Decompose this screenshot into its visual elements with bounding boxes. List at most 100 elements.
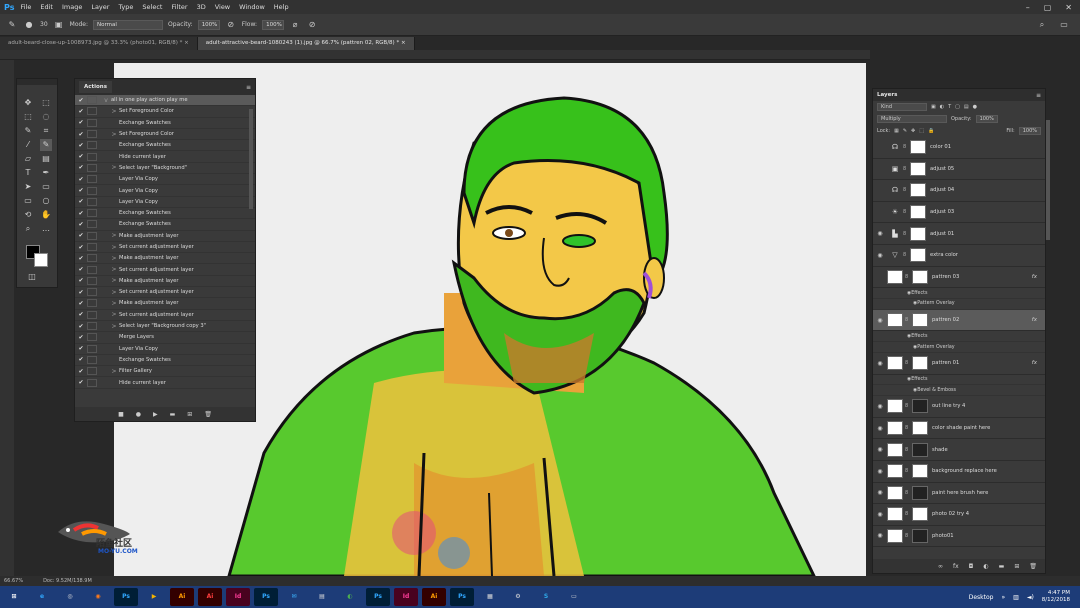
fill-field[interactable]: 100% [1018,127,1041,135]
layer-row[interactable]: ◉ 8 color shade paint here [873,418,1045,440]
layer-thumbnail[interactable] [887,464,903,479]
clock[interactable]: 4:47 PM 8/12/2018 [1042,590,1070,604]
opacity-field[interactable]: 100% [197,19,220,30]
layer-thumbnail[interactable] [887,269,903,284]
visibility-eye-icon[interactable]: ◉ [873,468,887,475]
lock-pixels-icon[interactable]: ▦ [894,128,899,134]
visibility-eye-icon[interactable]: ◉ [873,252,887,259]
taskbar-app-icon[interactable]: Ai [198,588,222,606]
dialog-toggle[interactable] [87,243,97,251]
action-item[interactable]: ✔ > Filter Gallery [75,366,255,378]
taskbar-app-icon[interactable]: ◐ [338,588,362,606]
stop-icon[interactable]: ■ [118,411,124,418]
dialog-toggle[interactable] [87,322,97,331]
layer-effect-row[interactable]: ◉ Bevel & Emboss [873,385,1045,397]
checkmark-icon[interactable]: ✔ [75,176,87,183]
action-item[interactable]: ✔ Exchange Swatches [75,355,255,367]
taskbar-app-icon[interactable]: Ps [450,588,474,606]
opacity-field[interactable]: 100% [975,115,998,123]
dialog-toggle[interactable] [87,220,97,229]
layer-thumbnail[interactable] [887,442,903,457]
actions-tab[interactable]: Actions [79,81,112,93]
taskbar-app-icon[interactable]: ⚙ [506,588,530,606]
blur-tool-icon[interactable]: ▭ [22,195,34,207]
layer-thumbnail[interactable] [887,356,903,371]
layer-row[interactable]: ◉ 8 paint here brush here [873,483,1045,505]
layer-effect-row[interactable]: ◉ Pattern Overlay [873,342,1045,353]
layer-row[interactable]: ◉ 8 photo 02 try 4 [873,504,1045,526]
visibility-eye-icon[interactable]: ◉ [873,532,887,539]
panel-menu-icon[interactable]: ≡ [246,84,251,91]
type-tool-icon[interactable]: T [22,167,34,179]
dialog-toggle[interactable] [87,163,97,172]
layer-name[interactable]: extra color [930,252,958,258]
layer-mask-thumbnail[interactable] [910,161,926,176]
new-adjustment-icon[interactable]: ◐ [983,563,988,570]
taskbar-app-icon[interactable]: ▶ [142,588,166,606]
layer-mask-thumbnail[interactable] [912,464,928,479]
expand-icon[interactable]: > [109,323,119,330]
dialog-toggle[interactable] [87,186,97,195]
taskbar-app-icon[interactable]: ✉ [282,588,306,606]
action-item[interactable]: ✔ > Select layer "Background" [75,163,255,175]
visibility-eye-icon[interactable]: ◉ [873,403,887,410]
dialog-toggle[interactable] [87,231,97,240]
dialog-toggle[interactable] [87,344,97,353]
checkmark-icon[interactable]: ✔ [75,311,87,318]
eraser-tool-icon[interactable]: ▱ [22,153,34,165]
action-item[interactable]: ✔ Layer Via Copy [75,344,255,355]
dialog-toggle[interactable] [87,209,97,218]
layer-name[interactable]: background replace here [932,468,997,474]
dialog-toggle[interactable] [87,367,97,376]
zoom-tool-icon[interactable]: ⌕ [22,223,34,235]
menu-layer[interactable]: Layer [91,3,109,11]
layer-name[interactable]: pattren 01 [932,360,959,366]
layer-mask-thumbnail[interactable] [912,421,928,436]
brush-tool-icon[interactable]: ✎ [40,139,52,151]
taskbar-app-icon[interactable]: ▭ [562,588,586,606]
new-set-icon[interactable]: ▬ [170,411,176,418]
checkmark-icon[interactable]: ✔ [75,356,87,363]
fx-badge-icon[interactable]: fx [1032,274,1037,280]
layer-mask-thumbnail[interactable] [910,140,926,155]
action-item[interactable]: ✔ > Set current adjustment layer [75,310,255,321]
more-tools-icon[interactable]: … [40,223,52,235]
desktop-label[interactable]: Desktop [969,594,994,601]
dialog-toggle[interactable] [87,310,97,319]
layer-thumbnail[interactable] [887,399,903,414]
layer-name[interactable]: adjust 01 [930,231,954,237]
dialog-toggle[interactable] [87,288,97,297]
menu-file[interactable]: File [20,3,31,11]
checkmark-icon[interactable]: ✔ [75,187,87,194]
action-item[interactable]: ✔ Hide current layer [75,377,255,389]
add-mask-icon[interactable]: ◘ [969,563,974,570]
layer-mask-thumbnail[interactable] [912,507,928,522]
eyedropper-icon[interactable]: ⁄ [22,139,34,151]
checkmark-icon[interactable]: ✔ [75,97,87,104]
expand-icon[interactable]: > [109,368,119,375]
menu-edit[interactable]: Edit [40,3,53,11]
layer-mask-thumbnail[interactable] [910,248,926,263]
layer-mask-thumbnail[interactable] [912,399,928,414]
layer-mask-thumbnail[interactable] [910,183,926,198]
visibility-eye-icon[interactable]: ◉ [873,230,887,237]
taskbar-app-icon[interactable]: ◉ [86,588,110,606]
brush-preset-icon[interactable]: ● [23,19,35,31]
background-color-swatch[interactable] [34,253,48,267]
action-item[interactable]: ✔ Layer Via Copy [75,185,255,197]
layer-name[interactable]: photo 02 try 4 [932,511,969,517]
expand-icon[interactable]: > [109,311,119,318]
layer-row[interactable]: ◉ 8 photo01 [873,526,1045,548]
action-item[interactable]: ✔ Hide current layer [75,151,255,163]
new-layer-icon[interactable]: ⊞ [1014,563,1019,570]
dialog-toggle[interactable] [87,118,97,127]
volume-icon[interactable]: ◄) [1027,594,1034,601]
blend-mode-select[interactable]: Multiply [877,115,947,123]
checkmark-icon[interactable]: ✔ [75,255,87,262]
layer-name[interactable]: pattren 03 [932,274,959,280]
checkmark-icon[interactable]: ✔ [75,368,87,375]
play-icon[interactable]: ▶ [153,411,158,418]
checkmark-icon[interactable]: ✔ [75,266,87,273]
expand-icon[interactable]: > [109,108,119,115]
menu-filter[interactable]: Filter [171,3,187,11]
